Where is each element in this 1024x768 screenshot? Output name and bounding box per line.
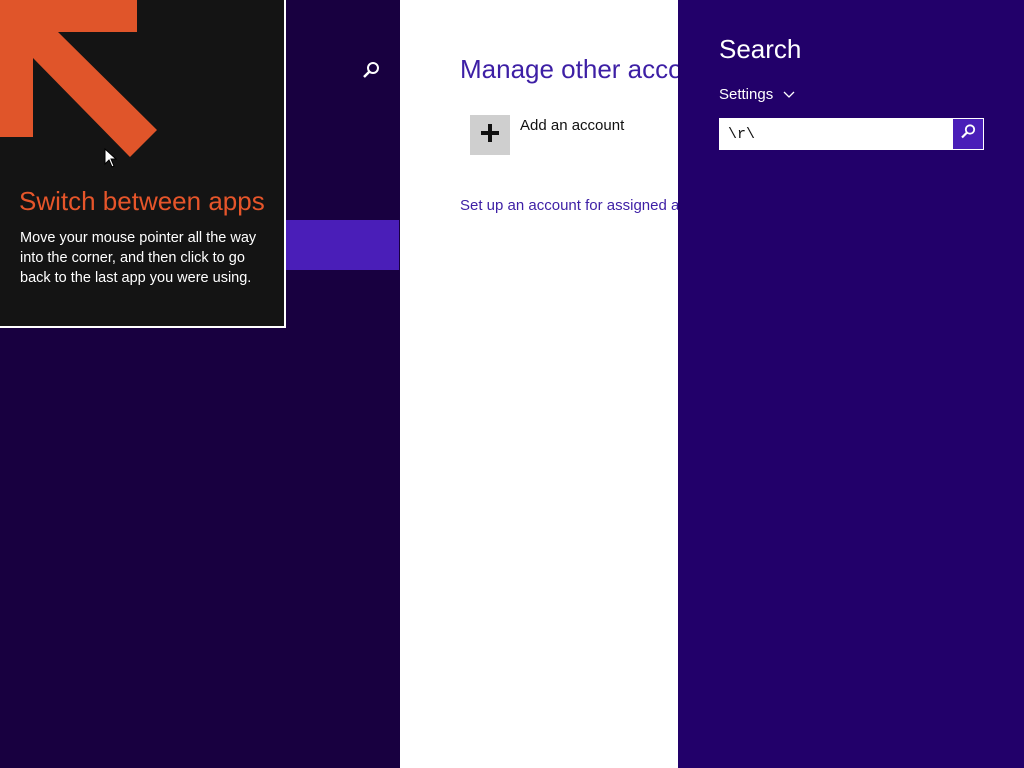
mouse-pointer-icon xyxy=(104,147,118,173)
search-input[interactable] xyxy=(720,119,953,149)
search-scope-label: Settings xyxy=(719,86,774,103)
search-button[interactable] xyxy=(953,119,983,149)
page-title: Manage other acco xyxy=(460,54,678,84)
tip-body: Move your mouse pointer all the way into… xyxy=(20,230,257,286)
tip-title: Switch between apps xyxy=(19,186,265,216)
switch-apps-tip: Switch between apps Move your mouse poin… xyxy=(0,0,286,328)
add-account-label[interactable]: Add an account xyxy=(520,117,624,134)
search-charm: Search Settings xyxy=(678,0,1024,768)
search-icon[interactable] xyxy=(360,60,382,82)
selected-nav-item[interactable] xyxy=(286,220,399,270)
search-icon xyxy=(959,123,977,146)
chevron-down-icon xyxy=(783,86,795,103)
search-box xyxy=(719,118,984,150)
accounts-content-pane: Manage other acco Add an account Set up … xyxy=(400,0,678,768)
charm-title: Search xyxy=(719,34,802,64)
assigned-access-link[interactable]: Set up an account for assigned acc xyxy=(460,197,678,214)
add-account-button[interactable] xyxy=(470,115,510,155)
plus-icon xyxy=(479,122,501,149)
search-scope-dropdown[interactable]: Settings xyxy=(719,86,795,103)
arrow-up-left-icon xyxy=(0,0,170,165)
